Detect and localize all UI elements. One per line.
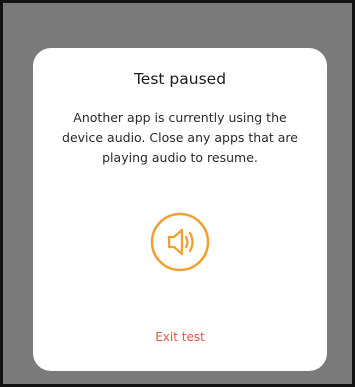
exit-test-button[interactable]: Exit test bbox=[33, 330, 327, 344]
dialog-title: Test paused bbox=[133, 70, 227, 88]
dialog-message: Another app is currently using the devic… bbox=[62, 110, 298, 165]
test-paused-dialog: Test paused Another app is currently usi… bbox=[33, 48, 327, 371]
speaker-icon bbox=[150, 212, 210, 272]
screen-frame: Test paused Another app is currently usi… bbox=[0, 0, 355, 387]
